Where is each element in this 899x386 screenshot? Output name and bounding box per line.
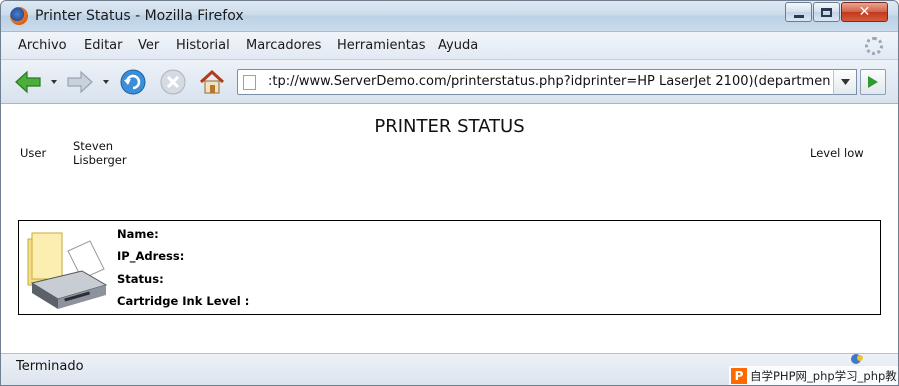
minimize-button[interactable] bbox=[785, 2, 812, 22]
stop-icon bbox=[160, 69, 186, 95]
page-content: PRINTER STATUS User Steven Lisberger Lev… bbox=[1, 104, 898, 353]
minimize-icon bbox=[793, 14, 804, 18]
go-arrow-icon bbox=[868, 76, 878, 88]
close-icon: ✕ bbox=[858, 4, 871, 20]
home-button[interactable] bbox=[197, 67, 227, 97]
status-bar: Terminado P 自学PHP网_php学习_php教 bbox=[1, 353, 898, 385]
menu-ayuda[interactable]: Ayuda bbox=[438, 38, 478, 53]
menu-bar: Archivo Editar Ver Historial Marcadores … bbox=[1, 32, 898, 60]
url-history-dropdown[interactable] bbox=[833, 69, 857, 95]
maximize-button[interactable] bbox=[813, 2, 840, 22]
menu-marcadores[interactable]: Marcadores bbox=[246, 38, 321, 53]
navigation-toolbar: :tp://www.ServerDemo.com/printerstatus.p… bbox=[1, 60, 898, 104]
menu-historial[interactable]: Historial bbox=[176, 38, 230, 53]
reload-icon bbox=[120, 69, 146, 95]
status-text: Terminado bbox=[16, 359, 84, 374]
go-button[interactable] bbox=[860, 69, 886, 95]
home-icon bbox=[199, 69, 225, 94]
status-indicator-icon bbox=[851, 354, 863, 364]
url-input[interactable]: :tp://www.ServerDemo.com/printerstatus.p… bbox=[268, 74, 830, 89]
browser-window: Printer Status - Mozilla Firefox ✕ Archi… bbox=[0, 0, 899, 386]
url-bar[interactable]: :tp://www.ServerDemo.com/printerstatus.p… bbox=[237, 69, 857, 95]
printer-ink-label: Cartridge Ink Level : bbox=[117, 294, 250, 308]
title-bar: Printer Status - Mozilla Firefox ✕ bbox=[1, 1, 898, 32]
stop-button[interactable] bbox=[158, 67, 188, 97]
printer-icon bbox=[27, 232, 108, 309]
watermark-logo: P bbox=[731, 368, 747, 384]
watermark: P 自学PHP网_php学习_php教 bbox=[729, 366, 898, 385]
throbber-icon bbox=[865, 37, 883, 55]
menu-ver[interactable]: Ver bbox=[138, 38, 159, 53]
level-label: Level low bbox=[810, 146, 864, 160]
reload-button[interactable] bbox=[118, 67, 148, 97]
printer-name-label: Name: bbox=[117, 227, 159, 241]
page-title: PRINTER STATUS bbox=[374, 116, 525, 137]
window-title: Printer Status - Mozilla Firefox bbox=[35, 8, 244, 24]
back-arrow-icon bbox=[15, 70, 41, 94]
chevron-down-icon bbox=[840, 79, 850, 85]
printer-ip-label: IP_Adress: bbox=[117, 249, 185, 263]
user-label: User bbox=[20, 146, 47, 160]
back-button[interactable] bbox=[13, 68, 43, 96]
firefox-logo-icon bbox=[10, 7, 28, 25]
forward-arrow-icon bbox=[67, 70, 93, 94]
user-name: Steven Lisberger bbox=[73, 139, 127, 167]
watermark-text: 自学PHP网_php学习_php教 bbox=[750, 369, 897, 383]
back-history-dropdown-icon[interactable] bbox=[51, 80, 57, 84]
forward-history-dropdown-icon[interactable] bbox=[103, 80, 109, 84]
page-icon bbox=[243, 75, 256, 90]
maximize-icon bbox=[821, 7, 832, 17]
menu-herramientas[interactable]: Herramientas bbox=[337, 38, 426, 53]
printer-status-label: Status: bbox=[117, 272, 164, 286]
forward-button[interactable] bbox=[65, 68, 95, 96]
menu-editar[interactable]: Editar bbox=[84, 38, 123, 53]
close-button[interactable]: ✕ bbox=[841, 2, 888, 22]
printer-info-box: Name: IP_Adress: Status: Cartridge Ink L… bbox=[18, 220, 881, 315]
menu-archivo[interactable]: Archivo bbox=[18, 38, 67, 53]
